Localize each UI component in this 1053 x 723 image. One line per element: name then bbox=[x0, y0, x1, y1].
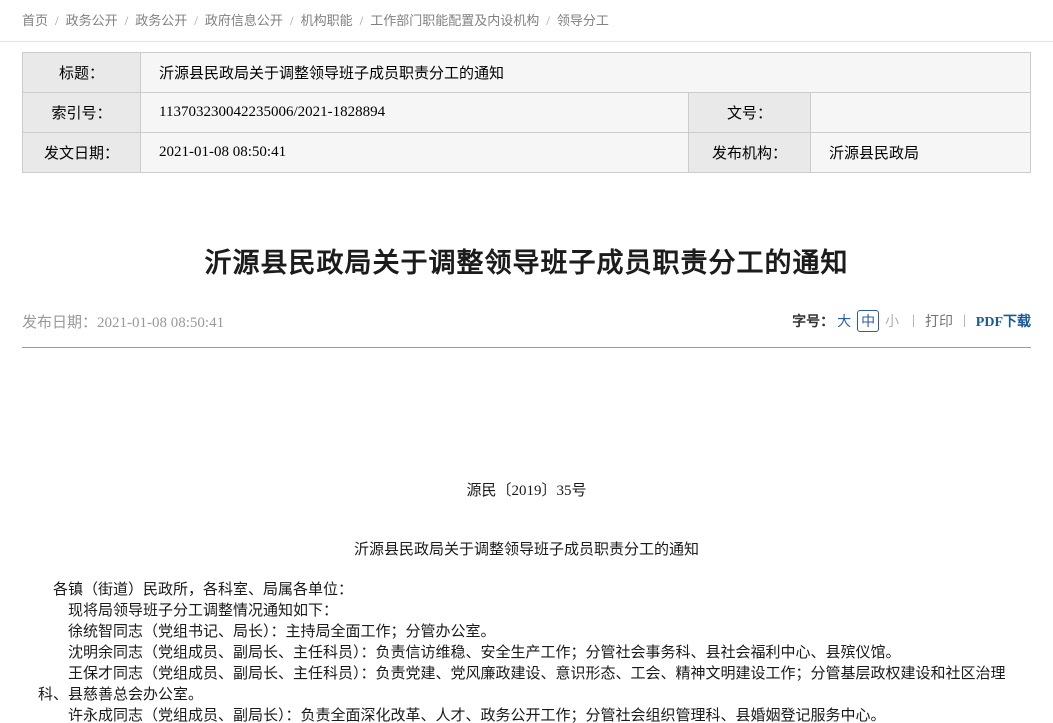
breadcrumb-separator: / bbox=[55, 13, 59, 28]
toolbar-divider: | bbox=[912, 313, 915, 329]
index-value-cell: 113703230042235006/2021-1828894 bbox=[141, 93, 689, 133]
paragraph: 许永成同志（党组成员、副局长）：负责全面深化改革、人才、政务公开工作；分管社会组… bbox=[38, 706, 1015, 723]
table-row-date: 发文日期： 2021-01-08 08:50:41 发布机构： 沂源县民政局 bbox=[23, 133, 1031, 173]
breadcrumb-item[interactable]: 政务公开 bbox=[66, 13, 118, 28]
table-row-index: 索引号： 113703230042235006/2021-1828894 文号： bbox=[23, 93, 1031, 133]
document-number: 源民〔2019〕35号 bbox=[38, 481, 1015, 502]
paragraph: 现将局领导班子分工调整情况通知如下： bbox=[38, 601, 1015, 622]
article-meta-row: 发布日期：2021-01-08 08:50:41 字号： 大 中 小 | 打印 … bbox=[22, 310, 1031, 332]
title-value-cell: 沂源县民政局关于调整领导班子成员职责分工的通知 bbox=[141, 53, 1031, 93]
issue-date-value-cell: 2021-01-08 08:50:41 bbox=[141, 133, 689, 173]
page-title: 沂源县民政局关于调整领导班子成员职责分工的通知 bbox=[22, 241, 1031, 280]
breadcrumb-item[interactable]: 机构职能 bbox=[301, 13, 353, 28]
table-row-title: 标题： 沂源县民政局关于调整领导班子成员职责分工的通知 bbox=[23, 53, 1031, 93]
publisher-label-cell: 发布机构： bbox=[689, 133, 811, 173]
document-body: 各镇（街道）民政所，各科室、局属各单位： 现将局领导班子分工调整情况通知如下： … bbox=[38, 580, 1015, 723]
breadcrumb-item[interactable]: 政府信息公开 bbox=[205, 13, 283, 28]
breadcrumb-item-home[interactable]: 首页 bbox=[22, 13, 48, 28]
paragraph: 徐统智同志（党组书记、局长）：主持局全面工作；分管办公室。 bbox=[38, 622, 1015, 643]
font-size-medium-button[interactable]: 中 bbox=[857, 310, 879, 332]
breadcrumb-separator: / bbox=[360, 13, 364, 28]
pdf-download-button[interactable]: PDF下载 bbox=[976, 311, 1031, 331]
paragraph: 各镇（街道）民政所，各科室、局属各单位： bbox=[38, 580, 1015, 601]
article-toolbar: 字号： 大 中 小 | 打印 | PDF下载 bbox=[792, 310, 1031, 332]
issue-date-label-cell: 发文日期： bbox=[23, 133, 141, 173]
document-content: 源民〔2019〕35号 沂源县民政局关于调整领导班子成员职责分工的通知 各镇（街… bbox=[0, 481, 1053, 723]
toolbar-divider: | bbox=[963, 313, 966, 329]
breadcrumb: 首页 / 政务公开 / 政务公开 / 政府信息公开 / 机构职能 / 工作部门职能配置及内设机构 / 领… bbox=[0, 0, 1053, 42]
font-size-large-button[interactable]: 大 bbox=[837, 311, 851, 331]
breadcrumb-separator: / bbox=[194, 13, 198, 28]
breadcrumb-separator: / bbox=[290, 13, 294, 28]
breadcrumb-item[interactable]: 政务公开 bbox=[135, 13, 187, 28]
document-info-table: 标题： 沂源县民政局关于调整领导班子成员职责分工的通知 索引号： 1137032… bbox=[22, 52, 1031, 173]
doc-no-value-cell bbox=[811, 93, 1031, 133]
paragraph: 沈明余同志（党组成员、副局长、主任科员）：负责信访维稳、安全生产工作；分管社会事… bbox=[38, 643, 1015, 664]
breadcrumb-item[interactable]: 工作部门职能配置及内设机构 bbox=[370, 13, 539, 28]
document-title: 沂源县民政局关于调整领导班子成员职责分工的通知 bbox=[38, 540, 1015, 561]
publish-date-value: 2021-01-08 08:50:41 bbox=[97, 315, 224, 331]
breadcrumb-item-current[interactable]: 领导分工 bbox=[557, 13, 609, 28]
index-label-cell: 索引号： bbox=[23, 93, 141, 133]
breadcrumb-separator: / bbox=[546, 13, 550, 28]
font-size-label: 字号： bbox=[792, 311, 834, 331]
title-label-cell: 标题： bbox=[23, 53, 141, 93]
publisher-value-cell: 沂源县民政局 bbox=[811, 133, 1031, 173]
content-divider bbox=[22, 347, 1031, 348]
print-button[interactable]: 打印 bbox=[925, 311, 953, 331]
font-size-small-button[interactable]: 小 bbox=[885, 311, 899, 331]
publish-date: 发布日期：2021-01-08 08:50:41 bbox=[22, 311, 224, 332]
publish-date-label: 发布日期： bbox=[22, 315, 97, 331]
doc-no-label-cell: 文号： bbox=[689, 93, 811, 133]
breadcrumb-separator: / bbox=[125, 13, 129, 28]
paragraph: 王保才同志（党组成员、副局长、主任科员）：负责党建、党风廉政建设、意识形态、工会… bbox=[38, 664, 1015, 706]
